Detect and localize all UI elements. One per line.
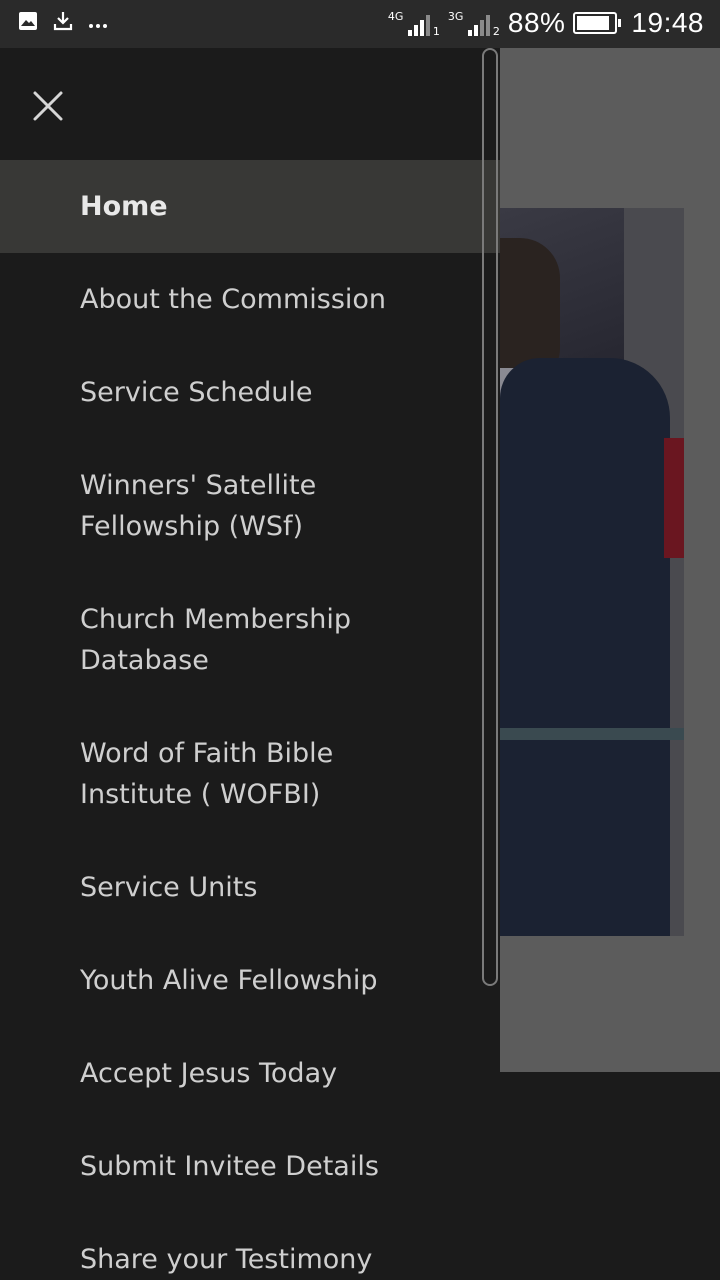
menu-item-label: Winners' Satellite Fellowship (WSf) [80,470,317,542]
status-bar-notifications [18,10,108,36]
menu-item-label: Service Units [80,872,258,903]
navigation-drawer: Home About the Commission Service Schedule… [0,48,500,1280]
image-icon [18,11,38,35]
menu-item-share-your-testimony[interactable]: Share your Testimony [0,1213,500,1280]
clock: 19:48 [631,7,704,38]
menu-item-label: Word of Faith Bible Institute ( WOFBI) [80,738,334,810]
drawer-scrollbar[interactable] [482,48,498,986]
menu-item-church-membership-database[interactable]: Church Membership Database [0,573,500,707]
menu-item-youth-alive-fellowship[interactable]: Youth Alive Fellowship [0,934,500,1027]
menu-item-label: Youth Alive Fellowship [80,965,378,996]
menu-item-word-of-faith-bible-institute-wofbi[interactable]: Word of Faith Bible Institute ( WOFBI) [0,707,500,841]
menu-item-label: Service Schedule [80,377,313,408]
battery-icon [573,12,622,34]
close-button[interactable] [24,82,72,130]
hero-image [500,208,684,936]
menu-item-submit-invitee-details[interactable]: Submit Invitee Details [0,1120,500,1213]
network-type-1: 4G [387,10,404,23]
signal-bars-icon [467,15,490,36]
drawer-header [0,48,500,160]
menu-item-service-units[interactable]: Service Units [0,841,500,934]
battery-level [577,16,610,30]
menu-item-service-schedule[interactable]: Service Schedule [0,346,500,439]
signal-sim2: 3G 2 [448,6,500,40]
signal-sim1: 4G 1 [388,6,440,40]
battery-percent: 88% [507,7,566,38]
signal-bars-icon [407,15,430,36]
menu-item-label: Church Membership Database [80,604,352,676]
drawer-menu: Home About the Commission Service Schedule… [0,160,500,1280]
download-icon [52,10,74,36]
page-footer [500,1072,720,1280]
menu-item-label: Home [80,191,168,222]
menu-item-about-the-commission[interactable]: About the Commission [0,253,500,346]
menu-item-winners-satellite-fellowship-wsf[interactable]: Winners' Satellite Fellowship (WSf) [0,439,500,573]
status-bar-system: 4G 1 3G 2 88% 19:48 [388,6,704,40]
network-type-2: 3G [447,10,464,23]
sim-index-1: 1 [432,25,440,38]
close-icon [33,91,63,121]
menu-item-label: Accept Jesus Today [80,1058,338,1089]
menu-item-home[interactable]: Home [0,160,500,253]
more-icon [88,14,108,33]
menu-item-label: About the Commission [80,284,387,315]
sim-index-2: 2 [492,25,500,38]
menu-item-label: Share your Testimony [80,1244,373,1275]
menu-item-label: Submit Invitee Details [80,1151,379,1182]
menu-item-accept-jesus-today[interactable]: Accept Jesus Today [0,1027,500,1120]
status-bar: 4G 1 3G 2 88% 19:48 [0,0,720,48]
